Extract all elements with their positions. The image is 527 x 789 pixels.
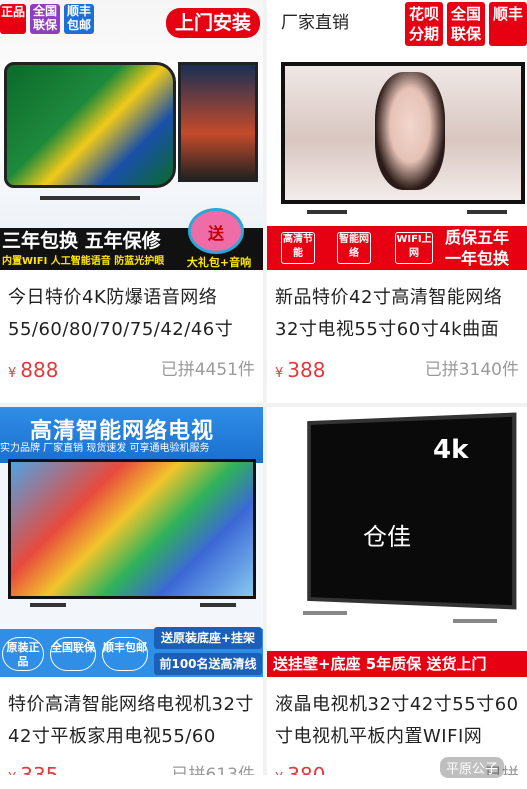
- promo-line-2: 前100名送高清线: [154, 653, 262, 675]
- price-row: ¥888 已拼4451件: [8, 352, 255, 386]
- product-title[interactable]: 今日特价4K防爆语音网络55/60/80/70/75/42/46寸: [8, 282, 257, 346]
- product-card[interactable]: 厂家直销 花呗分期 全国联保 顺丰 高清节能 智能网络 WIFI上网 质保五年 …: [267, 0, 527, 403]
- tv-stand-right: [453, 619, 497, 623]
- product-title[interactable]: 特价高清智能网络电视机32寸42寸平板家用电视55/60: [8, 689, 257, 753]
- product-title[interactable]: 新品特价42寸高清智能网络32寸电视55寸60寸4k曲面: [275, 282, 521, 346]
- price-row: ¥388 已拼3140件: [275, 352, 519, 386]
- subline-text: 实力品牌 厂家直销 现货速发 可享通电验机服务: [0, 443, 210, 454]
- tv-stand-right: [200, 603, 236, 607]
- currency-symbol: ¥: [8, 366, 17, 381]
- badge-warranty: 全国联保: [30, 4, 60, 34]
- product-price: ¥388: [275, 358, 325, 382]
- top-left-label: 厂家直销: [281, 13, 349, 33]
- tv-portrait: [375, 72, 445, 190]
- corner-4k-label: 4k: [433, 435, 469, 465]
- tv-screen: [4, 62, 176, 188]
- product-image[interactable]: 厂家直销 花呗分期 全国联保 顺丰 高清节能 智能网络 WIFI上网 质保五年 …: [267, 0, 527, 270]
- product-image[interactable]: 正品 全国联保 顺丰包邮 上门安装 三年包换 五年保修 内置WIFI 人工智能语…: [0, 0, 263, 270]
- promo-banner: 质保五年: [445, 228, 510, 247]
- gift-circle: 送: [188, 208, 244, 254]
- feature-wifi: WIFI上网: [395, 232, 433, 264]
- sold-count: 已拼3140件: [424, 360, 519, 380]
- sold-count: 已拼4451件: [160, 360, 255, 380]
- promo-subbanner: 一年包换: [445, 249, 510, 268]
- watermark: 平原公子: [440, 757, 505, 778]
- tv-stand: [40, 196, 140, 200]
- product-grid: 正品 全国联保 顺丰包邮 上门安装 三年包换 五年保修 内置WIFI 人工智能语…: [0, 0, 527, 789]
- badge-installment: 花呗分期: [405, 2, 443, 46]
- product-price: ¥888: [8, 358, 58, 382]
- product-image[interactable]: 高清智能网络电视 实力品牌 厂家直销 现货速发 可享通电验机服务 原装正品 全国…: [0, 407, 263, 677]
- promo-line-1: 送原装底座+挂架: [154, 627, 262, 649]
- product-card[interactable]: 高清智能网络电视 实力品牌 厂家直销 现货速发 可享通电验机服务 原装正品 全国…: [0, 407, 263, 789]
- feature-hd: 高清节能: [281, 232, 315, 264]
- tv-screen: [307, 412, 517, 610]
- product-card[interactable]: 正品 全国联保 顺丰包邮 上门安装 三年包换 五年保修 内置WIFI 人工智能语…: [0, 0, 263, 403]
- promo-banner: 送挂壁+底座 5年质保 送货上门: [267, 651, 527, 677]
- tv-stand-left: [303, 611, 347, 615]
- tv-stand-left: [30, 603, 66, 607]
- tv-stand-left: [307, 210, 347, 214]
- badge-shipping: 顺丰包邮: [64, 4, 94, 34]
- product-image[interactable]: 4k 仓佳 送挂壁+底座 5年质保 送货上门: [267, 407, 527, 677]
- screen-brand-text: 仓佳: [363, 523, 411, 551]
- badge-genuine: 原装正品: [2, 637, 44, 671]
- tv-screen: [8, 459, 256, 599]
- badge-shipping: 顺丰: [489, 2, 527, 46]
- price-value: 388: [287, 358, 326, 382]
- badge-shipping: 顺丰包邮: [102, 637, 148, 671]
- tv-screen-secondary: [178, 62, 258, 182]
- tv-stand-right: [467, 210, 507, 214]
- gift-label: 大礼包+音响: [176, 256, 262, 270]
- product-title[interactable]: 液晶电视机32寸42寸55寸60寸电视机平板内置WIFI网: [275, 689, 521, 753]
- badge-warranty: 全国联保: [447, 2, 485, 46]
- currency-symbol: ¥: [275, 366, 284, 381]
- price-value: 888: [20, 358, 59, 382]
- product-card[interactable]: 4k 仓佳 送挂壁+底座 5年质保 送货上门 液晶电视机32寸42寸55寸60寸…: [267, 407, 527, 789]
- promo-tag: 上门安装: [166, 8, 260, 38]
- badge-warranty: 全国联保: [50, 637, 96, 671]
- badge-genuine: 正品: [0, 4, 26, 34]
- feature-smart: 智能网络: [337, 232, 371, 264]
